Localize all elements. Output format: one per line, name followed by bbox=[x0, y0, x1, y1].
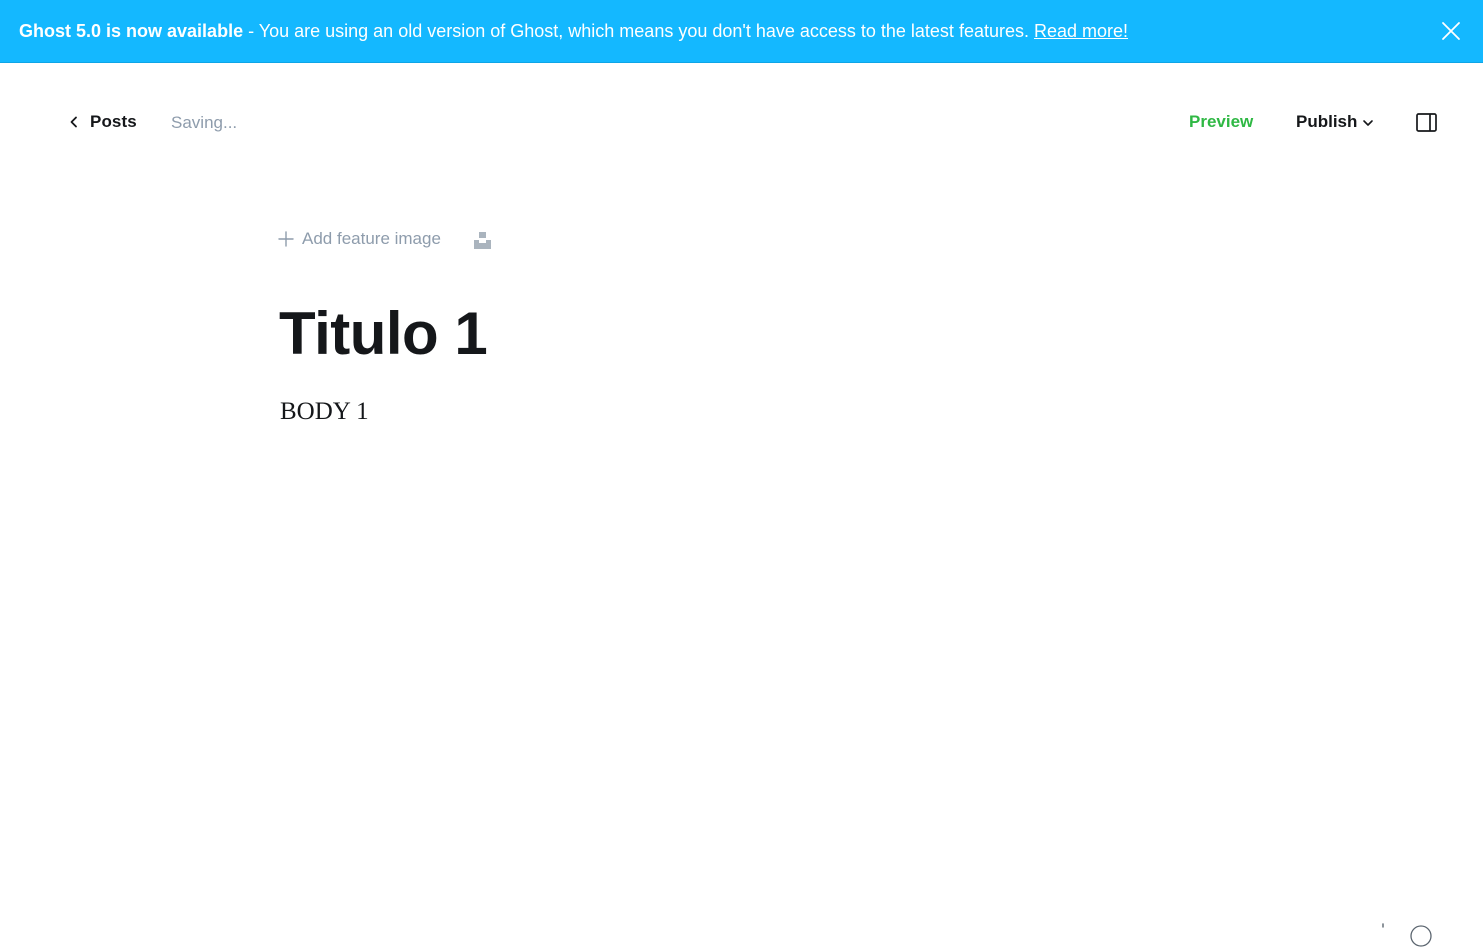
post-title[interactable]: Titulo 1 bbox=[279, 298, 488, 370]
chevron-left-icon bbox=[70, 116, 77, 128]
chevron-down-icon bbox=[1363, 120, 1374, 126]
unsplash-icon[interactable] bbox=[473, 231, 492, 250]
read-more-link[interactable]: Read more! bbox=[1034, 21, 1128, 41]
word-count-icon bbox=[1382, 923, 1384, 928]
preview-button[interactable]: Preview bbox=[1189, 112, 1253, 132]
help-icon[interactable] bbox=[1409, 924, 1433, 948]
back-label: Posts bbox=[90, 112, 137, 131]
post-body[interactable]: BODY 1 bbox=[280, 396, 369, 428]
close-icon[interactable] bbox=[1440, 20, 1462, 42]
add-feature-image-button[interactable]: Add feature image bbox=[278, 229, 441, 249]
back-to-posts-link[interactable]: Posts bbox=[67, 110, 137, 134]
publish-button[interactable]: Publish bbox=[1296, 112, 1374, 132]
sidebar-toggle-icon[interactable] bbox=[1416, 113, 1437, 132]
feature-image-label: Add feature image bbox=[302, 229, 441, 248]
banner-message: - You are using an old version of Ghost,… bbox=[243, 21, 1034, 41]
plus-icon bbox=[278, 231, 294, 247]
upgrade-banner: Ghost 5.0 is now available - You are usi… bbox=[0, 0, 1483, 63]
banner-text: Ghost 5.0 is now available - You are usi… bbox=[19, 20, 1128, 42]
banner-headline: Ghost 5.0 is now available bbox=[19, 21, 244, 41]
save-status: Saving... bbox=[171, 113, 238, 132]
publish-label: Publish bbox=[1296, 112, 1358, 131]
